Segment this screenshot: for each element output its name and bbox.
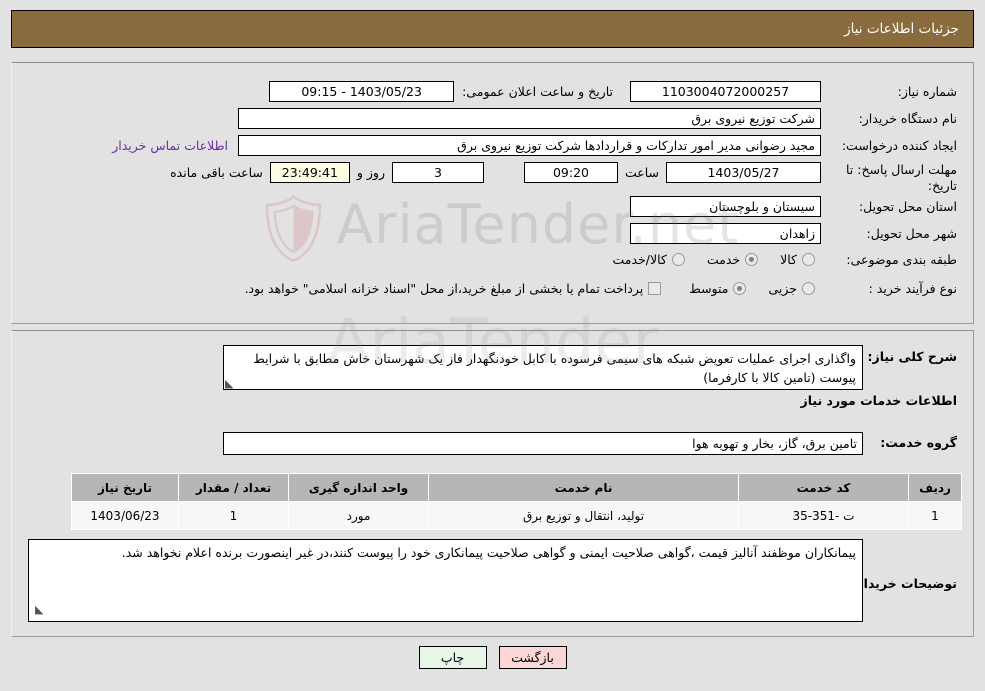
service-group-row: گروه خدمت: — [880, 435, 957, 450]
action-buttons: بازگشت چاپ — [0, 646, 985, 669]
countdown-timer: 23:49:41 — [269, 162, 350, 183]
purchase-option-motevaset[interactable]: متوسط — [689, 281, 747, 296]
radio-kala-icon[interactable] — [802, 253, 815, 266]
province-row: استان محل تحویل: سیستان و بلوچستان — [630, 196, 957, 217]
buyer-org-label: نام دستگاه خریدار: — [858, 111, 957, 126]
city-label: شهر محل تحویل: — [866, 226, 957, 241]
th-service-name: نام خدمت — [428, 473, 739, 502]
back-button[interactable]: بازگشت — [498, 646, 567, 669]
announce-date-label: تاریخ و ساعت اعلان عمومی: — [462, 84, 613, 99]
page-title: جزئیات اطلاعات نیاز — [844, 21, 959, 37]
category-label: طبقه بندی موضوعی: — [846, 252, 957, 267]
purchase-option-jozei-label: جزیی — [768, 281, 797, 296]
cell-unit: مورد — [288, 501, 429, 530]
treasury-bond-label: پرداخت تمام یا بخشی از مبلغ خرید،از محل … — [244, 281, 644, 296]
buyer-notes-label-wrap: توضیحات خریدار: — [851, 576, 957, 591]
description-resize-grip[interactable]: ◢ — [225, 377, 233, 390]
buyer-notes-textarea[interactable]: پیمانکاران موظفند آنالیز قیمت ،گواهی صلا… — [28, 539, 863, 622]
category-option-kala-khedmat-label: کالا/خدمت — [612, 252, 667, 267]
cell-service-name: تولید، انتقال و توزیع برق — [428, 501, 739, 530]
cell-service-code: ت -351-35 — [738, 501, 909, 530]
deadline-time-value: 09:20 — [523, 162, 618, 183]
deadline-label-wrap: مهلت ارسال پاسخ: تا تاریخ: — [827, 162, 957, 194]
buyer-contact-link[interactable]: اطلاعات تماس خریدار — [112, 138, 228, 153]
remaining-text-label: ساعت باقی مانده — [170, 165, 263, 180]
province-label: استان محل تحویل: — [858, 199, 957, 214]
remaining-days-label: روز و — [356, 165, 385, 180]
need-number-label: شماره نیاز: — [897, 84, 957, 99]
cell-radif: 1 — [908, 501, 962, 530]
description-label: شرح کلی نیاز: — [867, 349, 957, 364]
radio-jozei-icon[interactable] — [802, 282, 815, 295]
purchase-type-row: نوع فرآیند خرید : جزیی متوسط پرداخت تمام… — [223, 281, 957, 296]
buyer-org-row: نام دستگاه خریدار: شرکت توزیع نیروی برق — [238, 108, 957, 129]
service-group-label: گروه خدمت: — [880, 435, 957, 450]
table-row: 1 ت -351-35 تولید، انتقال و توزیع برق مو… — [71, 501, 962, 530]
category-option-kala[interactable]: کالا — [780, 252, 815, 267]
announce-date-row: تاریخ و ساعت اعلان عمومی: 1403/05/23 - 0… — [269, 81, 613, 102]
table-header-row: ردیف کد خدمت نام خدمت واحد اندازه گیری ت… — [71, 473, 962, 502]
services-table: ردیف کد خدمت نام خدمت واحد اندازه گیری ت… — [71, 473, 962, 530]
services-heading: اطلاعات خدمات مورد نیاز — [800, 393, 958, 408]
th-need-date: تاریخ نیاز — [71, 473, 179, 502]
buyer-notes-resize-grip[interactable]: ◢ — [35, 603, 43, 616]
radio-khedmat-icon[interactable] — [745, 253, 759, 266]
purchase-option-motevaset-label: متوسط — [689, 281, 729, 296]
th-service-code: کد خدمت — [738, 473, 909, 502]
deadline-label: مهلت ارسال پاسخ: تا تاریخ: — [846, 162, 957, 193]
purchase-option-jozei[interactable]: جزیی — [768, 281, 815, 296]
province-value: سیستان و بلوچستان — [630, 196, 821, 217]
deadline-date-value: 1403/05/27 — [666, 162, 821, 183]
city-value: زاهدان — [630, 223, 821, 244]
need-info-panel: شماره نیاز: 1103004072000257 تاریخ و ساع… — [11, 62, 974, 324]
th-unit: واحد اندازه گیری — [288, 473, 429, 502]
buyer-notes-label: توضیحات خریدار: — [851, 576, 957, 591]
description-textarea[interactable]: واگذاری اجرای عملیات تعویض شبکه های سیمی… — [223, 345, 863, 390]
radio-motevaset-icon[interactable] — [733, 282, 747, 295]
category-option-khedmat-label: خدمت — [706, 252, 741, 267]
announce-date-value: 1403/05/23 - 09:15 — [269, 81, 455, 102]
creator-row: ایجاد کننده درخواست: مجید رضوانی مدیر ام… — [112, 135, 957, 156]
category-option-kala-label: کالا — [780, 252, 797, 267]
page-header-bar: جزئیات اطلاعات نیاز — [11, 10, 974, 48]
need-details-panel: شرح کلی نیاز: واگذاری اجرای عملیات تعویض… — [11, 330, 974, 637]
creator-label: ایجاد کننده درخواست: — [841, 138, 957, 153]
cell-need-date: 1403/06/23 — [71, 501, 179, 530]
category-option-khedmat[interactable]: خدمت — [706, 252, 759, 267]
services-heading-wrap: اطلاعات خدمات مورد نیاز — [801, 393, 958, 408]
remaining-days-value: 3 — [391, 162, 484, 183]
cell-quantity: 1 — [178, 501, 289, 530]
city-row: شهر محل تحویل: زاهدان — [630, 223, 957, 244]
print-button[interactable]: چاپ — [418, 646, 487, 669]
creator-value: مجید رضوانی مدیر امور تدارکات و قرارداده… — [238, 135, 821, 156]
need-number-row: شماره نیاز: 1103004072000257 — [630, 81, 957, 102]
need-number-value: 1103004072000257 — [630, 81, 821, 102]
th-radif: ردیف — [908, 473, 962, 502]
category-row: طبقه بندی موضوعی: کالا خدمت کالا/خدمت — [590, 252, 957, 267]
category-option-kala-khedmat[interactable]: کالا/خدمت — [612, 252, 685, 267]
radio-kala-khedmat-icon[interactable] — [671, 253, 685, 266]
deadline-row: 1403/05/27 ساعت 09:20 3 روز و 23:49:41 س… — [170, 162, 821, 183]
service-group-value: تامین برق، گاز، بخار و تهویه هوا — [223, 432, 863, 455]
th-quantity: تعداد / مقدار — [178, 473, 289, 502]
description-label-wrap: شرح کلی نیاز: — [868, 349, 957, 364]
checkbox-treasury-icon[interactable] — [648, 282, 662, 295]
deadline-hour-label: ساعت — [624, 165, 659, 180]
treasury-bond-option[interactable]: پرداخت تمام یا بخشی از مبلغ خرید،از محل … — [245, 281, 662, 296]
purchase-type-label: نوع فرآیند خرید : — [868, 281, 957, 296]
buyer-org-value: شرکت توزیع نیروی برق — [238, 108, 821, 129]
